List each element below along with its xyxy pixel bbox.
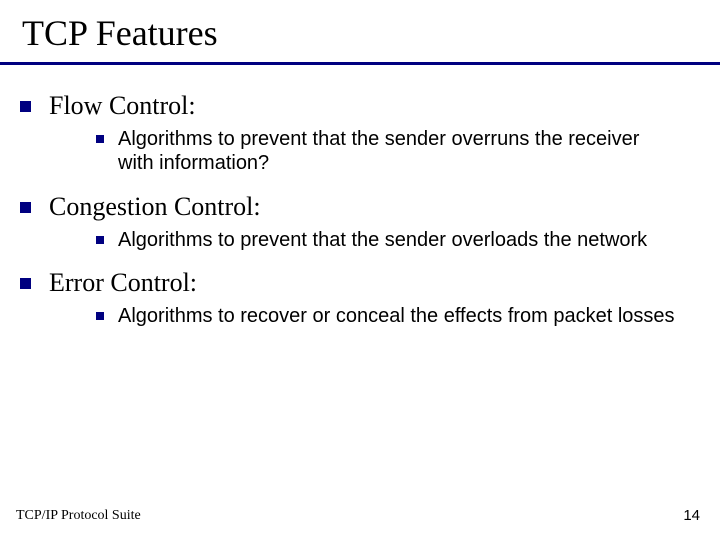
list-subitem-text: Algorithms to prevent that the sender ov… (118, 127, 690, 176)
footer-text: TCP/IP Protocol Suite (16, 508, 141, 524)
slide-content: Flow Control: Algorithms to prevent that… (0, 65, 720, 329)
list-subitem: Algorithms to prevent that the sender ov… (96, 127, 690, 176)
list-item-heading: Error Control: (49, 268, 197, 298)
list-item: Flow Control: (20, 91, 690, 121)
square-bullet-icon (20, 202, 31, 213)
list-item: Congestion Control: (20, 192, 690, 222)
square-bullet-icon (20, 278, 31, 289)
list-item-heading: Flow Control: (49, 91, 196, 121)
list-subitem-text: Algorithms to recover or conceal the eff… (118, 304, 685, 328)
square-bullet-icon (20, 101, 31, 112)
list-subitem: Algorithms to prevent that the sender ov… (96, 228, 690, 252)
list-subitem: Algorithms to recover or conceal the eff… (96, 304, 690, 328)
square-bullet-icon (96, 135, 104, 143)
list-item: Error Control: (20, 268, 690, 298)
slide-title: TCP Features (0, 0, 720, 60)
list-subitem-text: Algorithms to prevent that the sender ov… (118, 228, 657, 252)
square-bullet-icon (96, 312, 104, 320)
square-bullet-icon (96, 236, 104, 244)
list-item-heading: Congestion Control: (49, 192, 261, 222)
page-number: 14 (683, 507, 700, 524)
